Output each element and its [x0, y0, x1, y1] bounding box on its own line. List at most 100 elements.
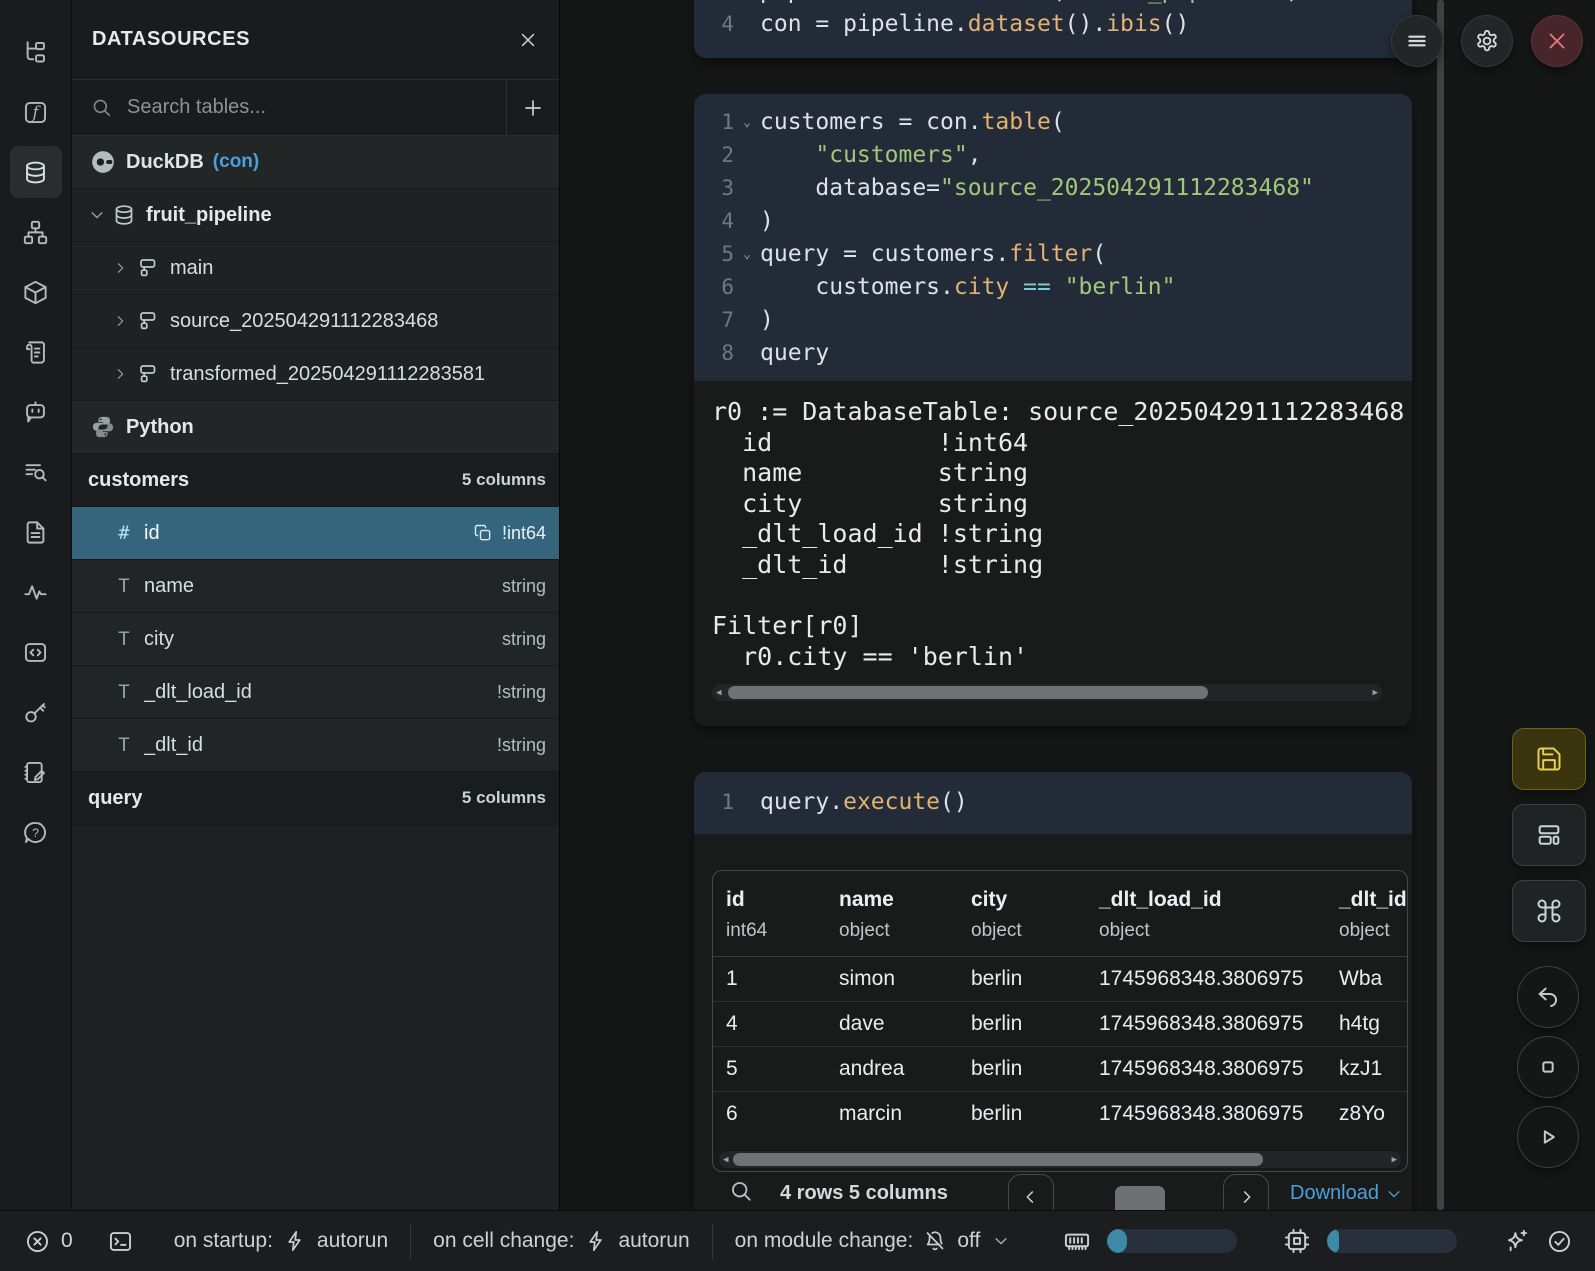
table-cell: andrea [826, 1057, 958, 1081]
tree-row-Python[interactable]: Python [72, 401, 559, 454]
scroll-left-icon[interactable]: ◂ [716, 687, 722, 698]
tree-row-main[interactable]: main [72, 242, 559, 295]
graph-icon [22, 219, 49, 246]
rail-item-tracebacks[interactable] [10, 446, 62, 498]
table-summary: 4 rows 5 columns [780, 1182, 948, 1205]
table-row[interactable]: 5andreaberlin1745968348.3806975kzJ1 [713, 1047, 1407, 1092]
fold-gutter [734, 8, 760, 41]
tree-row-source_202504291112283468[interactable]: source_202504291112283468 [72, 295, 559, 348]
ai-sparkle-icon[interactable] [1503, 1228, 1530, 1255]
code-editor[interactable]: 3pipeline = dlt.attach("fruit_pipeline")… [694, 0, 1412, 58]
status-setting[interactable]: on module change:off [735, 1229, 1011, 1253]
column-type-icon: T [114, 734, 134, 756]
chevron-right-icon[interactable] [112, 313, 136, 329]
code-cell-execute[interactable]: 1query.execute() idint64nameobjectcityob… [694, 772, 1412, 1210]
settings-button[interactable] [1462, 16, 1512, 66]
rail-item-packages[interactable] [10, 266, 62, 318]
table-row[interactable]: 6marcinberlin1745968348.3806975z8Yo [713, 1092, 1407, 1136]
rail-item-dependencies[interactable] [10, 206, 62, 258]
commands-button[interactable] [1512, 880, 1586, 942]
code-editor[interactable]: 1query.execute() [694, 772, 1412, 834]
rail-item-functions[interactable] [10, 86, 62, 138]
table-search-icon[interactable] [728, 1178, 754, 1204]
tree-row-DuckDB[interactable]: DuckDB(con) [72, 136, 559, 189]
column-name: _dlt_id [1326, 888, 1407, 912]
rail-item-variables[interactable] [10, 566, 62, 618]
tree-row-_dlt_id[interactable]: T_dlt_id!string [72, 719, 559, 772]
output-horizontal-scrollbar[interactable]: ◂ ▸ [712, 684, 1382, 701]
rail-item-scratchpad[interactable] [10, 746, 62, 798]
scrollbar-thumb[interactable] [733, 1153, 1263, 1166]
tree-row-id[interactable]: #id!int64 [72, 507, 559, 560]
scrollbar-thumb[interactable] [728, 686, 1208, 699]
rail-item-secrets[interactable] [10, 686, 62, 738]
error-count-icon[interactable] [24, 1228, 51, 1255]
code-editor[interactable]: 1⌄customers = con.table(2 "customers",3 … [694, 94, 1412, 381]
scroll-left-icon[interactable]: ◂ [723, 1154, 729, 1165]
notebook-menu-button[interactable] [1392, 16, 1442, 66]
scroll-right-icon[interactable]: ▸ [1391, 1154, 1397, 1165]
scroll-icon [22, 339, 49, 366]
rail-item-chat[interactable] [10, 386, 62, 438]
code-cell-setup[interactable]: 3pipeline = dlt.attach("fruit_pipeline")… [694, 0, 1412, 58]
rail-item-snippets[interactable] [10, 626, 62, 678]
code-text: query [760, 337, 829, 370]
table-header-cell[interactable]: nameobject [826, 888, 958, 942]
main-vertical-scrollbar[interactable] [1437, 0, 1444, 1210]
fold-chevron-icon[interactable]: ⌄ [734, 238, 760, 271]
status-setting-label: on startup: [174, 1229, 273, 1253]
line-number: 5 [700, 238, 734, 271]
table-header-cell[interactable]: _dlt_load_idobject [1086, 888, 1326, 942]
status-left: 0 on startup:autorunon cell change:autor… [0, 1223, 1010, 1259]
chevron-down-icon[interactable] [88, 206, 112, 224]
code-line: 1⌄customers = con.table( [700, 106, 1412, 139]
table-row[interactable]: 1simonberlin1745968348.3806975Wba [713, 957, 1407, 1002]
tree-row-customers[interactable]: customers5 columns [72, 454, 559, 507]
tree-row-fruit_pipeline[interactable]: fruit_pipeline [72, 189, 559, 242]
page-indicator[interactable] [1115, 1186, 1165, 1210]
table-header-cell[interactable]: idint64 [713, 888, 826, 942]
table-header-cell[interactable]: _dlt_idobject [1326, 888, 1407, 942]
status-setting[interactable]: on startup:autorun [174, 1229, 388, 1253]
chevron-right-icon[interactable] [112, 260, 136, 276]
status-setting[interactable]: on cell change:autorun [433, 1229, 690, 1253]
tree-row-city[interactable]: Tcitystring [72, 613, 559, 666]
next-page-button[interactable] [1223, 1174, 1269, 1210]
stop-button[interactable] [1517, 1036, 1579, 1098]
chevron-right-icon[interactable] [112, 366, 136, 382]
rail-item-help[interactable] [10, 806, 62, 858]
tree-row-_dlt_load_id[interactable]: T_dlt_load_id!string [72, 666, 559, 719]
panel-title: DATASOURCES [92, 28, 250, 51]
add-datasource-button[interactable] [506, 80, 559, 135]
tree-row-transformed_202504291112283581[interactable]: transformed_202504291112283581 [72, 348, 559, 401]
search-input[interactable] [125, 95, 506, 120]
table-row[interactable]: 4daveberlin1745968348.3806975h4tg [713, 1002, 1407, 1047]
rail-item-file-explorer[interactable] [10, 26, 62, 78]
tree-row-query[interactable]: query5 columns [72, 772, 559, 825]
undo-button[interactable] [1517, 966, 1579, 1028]
save-button[interactable] [1512, 728, 1586, 790]
code-text: "customers", [760, 139, 982, 172]
rail-item-logs[interactable] [10, 326, 62, 378]
shutdown-button[interactable] [1532, 16, 1582, 66]
table-horizontal-scrollbar[interactable]: ◂ ▸ [719, 1151, 1401, 1168]
layout-button[interactable] [1512, 804, 1586, 866]
run-button[interactable] [1517, 1106, 1579, 1168]
copy-icon[interactable] [473, 523, 493, 543]
close-panel-button[interactable] [517, 29, 539, 51]
code-cell-query[interactable]: 1⌄customers = con.table(2 "customers",3 … [694, 94, 1412, 726]
rail-item-datasources[interactable] [10, 146, 62, 198]
scroll-right-icon[interactable]: ▸ [1372, 687, 1378, 698]
table-header-cell[interactable]: cityobject [958, 888, 1086, 942]
previous-page-button[interactable] [1008, 1174, 1054, 1210]
terminal-icon[interactable] [107, 1228, 134, 1255]
line-number: 3 [700, 0, 734, 8]
tree-row-name[interactable]: Tnamestring [72, 560, 559, 613]
column-label: _dlt_load_id [144, 681, 252, 704]
connection-ok-icon[interactable] [1546, 1228, 1573, 1255]
fold-chevron-icon[interactable]: ⌄ [734, 106, 760, 139]
download-link[interactable]: Download [1290, 1182, 1403, 1205]
undo-icon [1534, 983, 1562, 1011]
rail-item-documentation[interactable] [10, 506, 62, 558]
code-line: 1query.execute() [700, 786, 1412, 819]
